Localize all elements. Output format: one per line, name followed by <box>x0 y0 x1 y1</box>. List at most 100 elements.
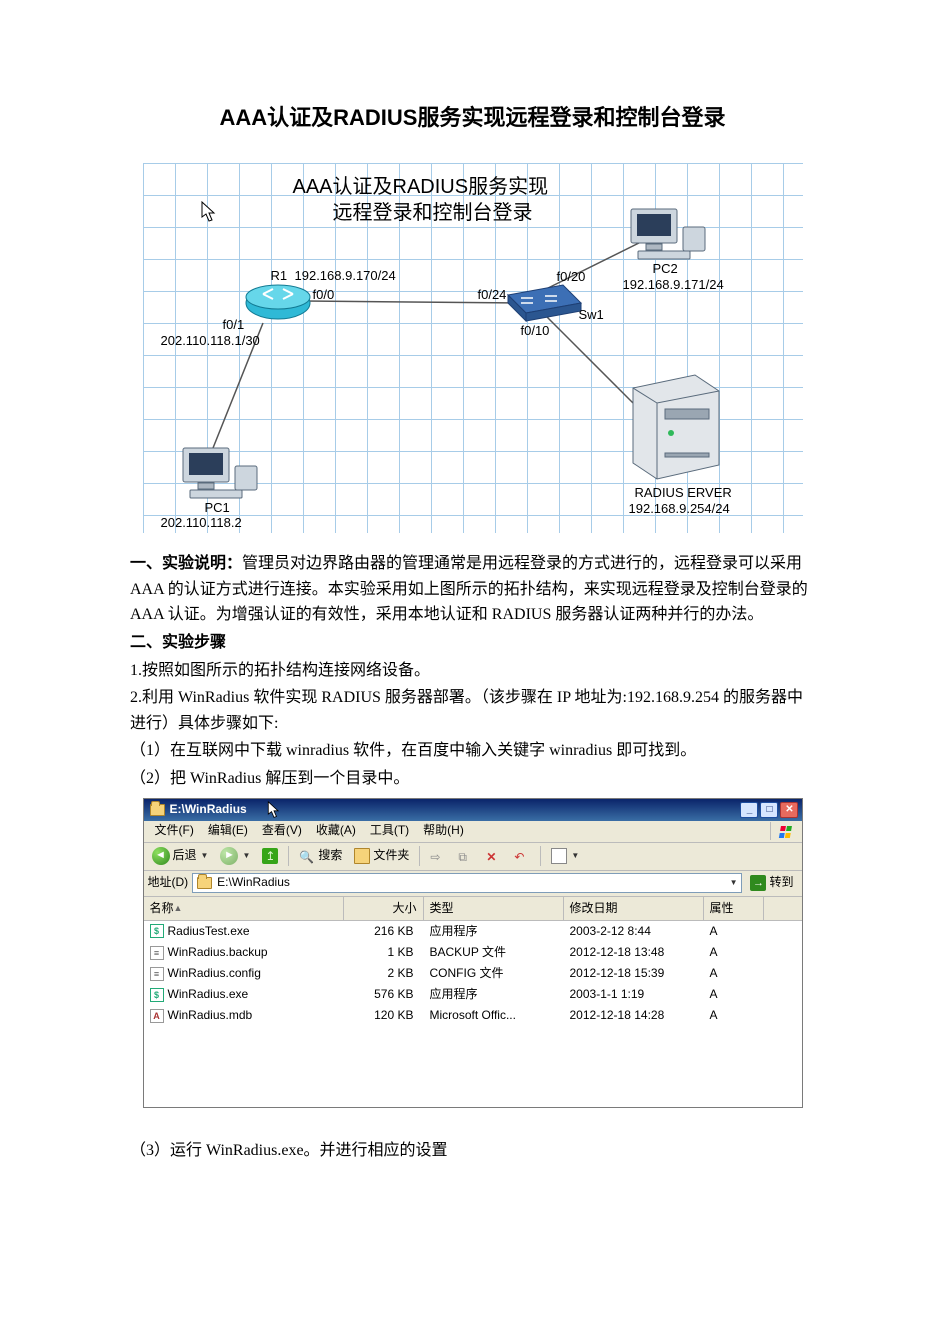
step-1: 1.按照如图所示的拓扑结构连接网络设备。 <box>130 658 815 684</box>
delete-icon: ✕ <box>486 848 502 864</box>
network-diagram: AAA认证及RADIUS服务实现 远程登录和控制台登录 R1 192.168.9… <box>143 163 803 533</box>
separator <box>540 846 541 866</box>
col-attr[interactable]: 属性 <box>704 897 764 920</box>
step-2: 2.利用 WinRadius 软件实现 RADIUS 服务器部署。（该步骤在 I… <box>130 685 815 736</box>
col-name[interactable]: 名称 <box>144 897 344 920</box>
window-title: E:\WinRadius <box>170 800 247 819</box>
file-type: Microsoft Offic... <box>424 1005 564 1026</box>
menubar: 文件(F) 编辑(E) 查看(V) 收藏(A) 工具(T) 帮助(H) <box>144 821 802 843</box>
port-f010: f0/10 <box>521 321 550 342</box>
address-input[interactable]: E:\WinRadius ▼ <box>192 873 742 893</box>
file-date: 2003-1-1 1:19 <box>564 984 704 1005</box>
file-date: 2012-12-18 13:48 <box>564 942 704 963</box>
diagram-title-2: 远程登录和控制台登录 <box>333 197 533 229</box>
file-list: RadiusTest.exe216 KB应用程序2003-2-12 8:44AW… <box>144 921 802 1107</box>
file-size: 216 KB <box>344 921 424 942</box>
chevron-down-icon: ▼ <box>242 850 250 863</box>
file-row[interactable]: WinRadius.exe 576 KB应用程序2003-1-1 1:19A <box>144 984 802 1005</box>
cursor-icon <box>267 801 281 819</box>
titlebar[interactable]: E:\WinRadius _ □ ✕ <box>144 799 802 821</box>
file-icon <box>150 1009 164 1023</box>
move-button[interactable]: ⇨ <box>426 846 450 866</box>
file-date: 2012-12-18 14:28 <box>564 1005 704 1026</box>
copy-icon: ⧉ <box>458 848 474 864</box>
server-ip: 192.168.9.254/24 <box>629 499 730 520</box>
up-button[interactable] <box>258 846 282 866</box>
pc2-ip: 192.168.9.171/24 <box>623 275 724 296</box>
up-icon <box>262 848 278 864</box>
search-icon <box>299 848 315 864</box>
file-name: WinRadius.config <box>168 964 261 983</box>
file-icon <box>150 924 164 938</box>
views-button[interactable]: ▼ <box>547 846 583 866</box>
toolbar: ◄ 后退 ▼ ► ▼ 搜索 文件夹 ⇨ ⧉ ✕ ↶ ▼ <box>144 843 802 871</box>
address-label: 地址(D) <box>148 873 189 892</box>
col-type[interactable]: 类型 <box>424 897 564 920</box>
close-button[interactable]: ✕ <box>780 802 798 818</box>
file-attr: A <box>704 984 764 1005</box>
separator <box>288 846 289 866</box>
file-row[interactable]: WinRadius.config 2 KBCONFIG 文件2012-12-18 … <box>144 963 802 984</box>
file-size: 576 KB <box>344 984 424 1005</box>
file-icon <box>150 988 164 1002</box>
file-icon <box>150 967 164 981</box>
file-type: 应用程序 <box>424 921 564 942</box>
section1-head: 一、实验说明： <box>130 555 242 572</box>
delete-button[interactable]: ✕ <box>482 846 506 866</box>
file-name: WinRadius.exe <box>168 985 249 1004</box>
go-button[interactable]: → 转到 <box>746 873 797 892</box>
search-button[interactable]: 搜索 <box>295 844 346 867</box>
file-name: WinRadius.backup <box>168 943 268 962</box>
file-name: WinRadius.mdb <box>168 1006 253 1025</box>
forward-button[interactable]: ► ▼ <box>216 845 254 867</box>
file-row[interactable]: RadiusTest.exe216 KB应用程序2003-2-12 8:44A <box>144 921 802 942</box>
file-header: 名称 大小 类型 修改日期 属性 <box>144 897 802 921</box>
menu-file[interactable]: 文件(F) <box>148 821 201 840</box>
menu-favorites[interactable]: 收藏(A) <box>309 821 363 840</box>
maximize-button[interactable]: □ <box>760 802 778 818</box>
col-date[interactable]: 修改日期 <box>564 897 704 920</box>
menu-tools[interactable]: 工具(T) <box>363 821 416 840</box>
chevron-down-icon[interactable]: ▼ <box>730 877 738 890</box>
copy-button[interactable]: ⧉ <box>454 846 478 866</box>
back-button[interactable]: ◄ 后退 ▼ <box>148 844 213 867</box>
address-value: E:\WinRadius <box>217 873 290 892</box>
folder-icon <box>150 804 165 816</box>
back-icon: ◄ <box>152 847 170 865</box>
file-type: CONFIG 文件 <box>424 963 564 984</box>
file-row[interactable]: WinRadius.backup1 KBBACKUP 文件2012-12-18 … <box>144 942 802 963</box>
section1: 一、实验说明：管理员对边界路由器的管理通常是用远程登录的方式进行的，远程登录可以… <box>130 551 815 628</box>
folders-button[interactable]: 文件夹 <box>350 844 413 867</box>
file-type: 应用程序 <box>424 984 564 1005</box>
menu-view[interactable]: 查看(V) <box>255 821 309 840</box>
file-date: 2012-12-18 15:39 <box>564 963 704 984</box>
undo-button[interactable]: ↶ <box>510 846 534 866</box>
folders-icon <box>354 848 370 864</box>
step-2-1: （1）在互联网中下载 winradius 软件，在百度中输入关键字 winrad… <box>130 738 815 764</box>
file-size: 120 KB <box>344 1005 424 1026</box>
step-2-3: （3）运行 WinRadius.exe。并进行相应的设置 <box>130 1138 815 1164</box>
menu-help[interactable]: 帮助(H) <box>416 821 471 840</box>
router-ip: 192.168.9.170/24 <box>295 266 396 287</box>
minimize-button[interactable]: _ <box>740 802 758 818</box>
step-2-2: （2）把 WinRadius 解压到一个目录中。 <box>130 766 815 792</box>
port-f01-ip: 202.110.118.1/30 <box>161 331 260 352</box>
file-row[interactable]: WinRadius.mdb 120 KBMicrosoft Offic...201… <box>144 1005 802 1026</box>
pc1-ip: 202.110.118.2 <box>161 513 242 534</box>
file-size: 1 KB <box>344 942 424 963</box>
file-icon <box>150 946 164 960</box>
port-f024: f0/24 <box>478 285 507 306</box>
file-attr: A <box>704 921 764 942</box>
forward-icon: ► <box>220 847 238 865</box>
menu-edit[interactable]: 编辑(E) <box>201 821 255 840</box>
undo-icon: ↶ <box>514 848 530 864</box>
file-size: 2 KB <box>344 963 424 984</box>
go-icon: → <box>750 875 766 891</box>
file-attr: A <box>704 963 764 984</box>
router-label: R1 <box>271 266 288 287</box>
windows-logo-icon <box>770 822 798 840</box>
file-attr: A <box>704 1005 764 1026</box>
port-f00: f0/0 <box>313 285 335 306</box>
explorer-window: E:\WinRadius _ □ ✕ 文件(F) 编辑(E) 查看(V) 收藏(… <box>143 798 803 1108</box>
col-size[interactable]: 大小 <box>344 897 424 920</box>
